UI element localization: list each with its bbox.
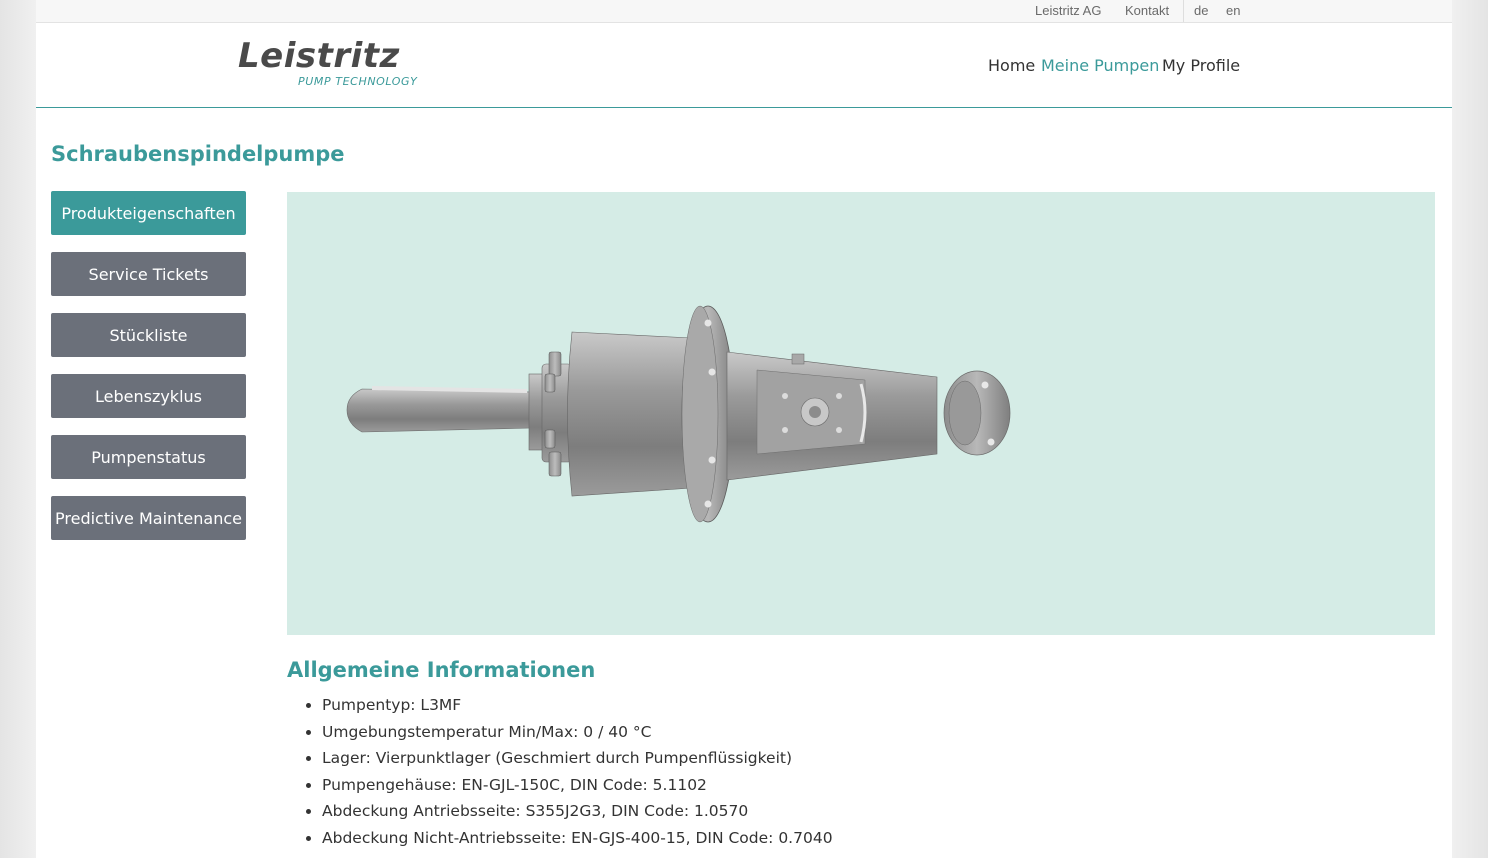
list-item: Pumpentyp: L3MF bbox=[322, 692, 833, 719]
sidebar-item-pumpenstatus[interactable]: Pumpenstatus bbox=[51, 435, 246, 479]
sidebar-item-label: Stückliste bbox=[109, 325, 188, 345]
sidebar-item-label: Lebenszyklus bbox=[94, 386, 202, 406]
lang-de-link[interactable]: de bbox=[1194, 3, 1208, 18]
sidebar-item-label: Service Tickets bbox=[88, 264, 209, 284]
list-item: Abdeckung Nicht-Antriebsseite: EN-GJS-40… bbox=[322, 825, 833, 852]
page: Leistritz AG Kontakt de en Leistritz PUM… bbox=[36, 0, 1452, 858]
sidebar-item-lebenszyklus[interactable]: Lebenszyklus bbox=[51, 374, 246, 418]
top-bar: Leistritz AG Kontakt de en bbox=[36, 0, 1452, 23]
sidebar-item-stueckliste[interactable]: Stückliste bbox=[51, 313, 246, 357]
lang-en-link[interactable]: en bbox=[1226, 3, 1240, 18]
sidebar-item-label: Pumpenstatus bbox=[91, 447, 206, 467]
list-item: Lager: Vierpunktlager (Geschmiert durch … bbox=[322, 745, 833, 772]
sidebar-item-predictive-maintenance[interactable]: Predictive Maintenance bbox=[51, 496, 246, 540]
company-link[interactable]: Leistritz AG bbox=[1035, 3, 1101, 18]
page-title: Schraubenspindelpumpe bbox=[51, 142, 345, 166]
list-item: Abdeckung Antriebsseite: S355J2G3, DIN C… bbox=[322, 798, 833, 825]
nav-home[interactable]: Home bbox=[988, 56, 1035, 75]
pump-model bbox=[346, 305, 1011, 523]
nav-my-pumps[interactable]: Meine Pumpen bbox=[1041, 56, 1159, 75]
sidebar-item-produkteigenschaften[interactable]: Produkteigenschaften bbox=[51, 191, 246, 235]
info-list: Pumpentyp: L3MF Umgebungstemperatur Min/… bbox=[322, 692, 833, 852]
section-title-general-info: Allgemeine Informationen bbox=[287, 658, 596, 682]
sidebar-item-label: Predictive Maintenance bbox=[55, 508, 242, 528]
list-item: Umgebungstemperatur Min/Max: 0 / 40 °C bbox=[322, 719, 833, 746]
pump-3d-viewer[interactable] bbox=[287, 192, 1435, 635]
header: Leistritz PUMP TECHNOLOGY Home Meine Pum… bbox=[36, 23, 1452, 108]
sidebar-item-label: Produkteigenschaften bbox=[61, 203, 236, 223]
logo-tagline: PUMP TECHNOLOGY bbox=[298, 75, 418, 88]
divider bbox=[1183, 0, 1184, 22]
list-item: Pumpengehäuse: EN-GJL-150C, DIN Code: 5.… bbox=[322, 772, 833, 799]
contact-link[interactable]: Kontakt bbox=[1125, 3, 1169, 18]
logo-wordmark: Leistritz bbox=[238, 36, 400, 76]
sidebar-item-service-tickets[interactable]: Service Tickets bbox=[51, 252, 246, 296]
nav-my-profile[interactable]: My Profile bbox=[1162, 56, 1240, 75]
